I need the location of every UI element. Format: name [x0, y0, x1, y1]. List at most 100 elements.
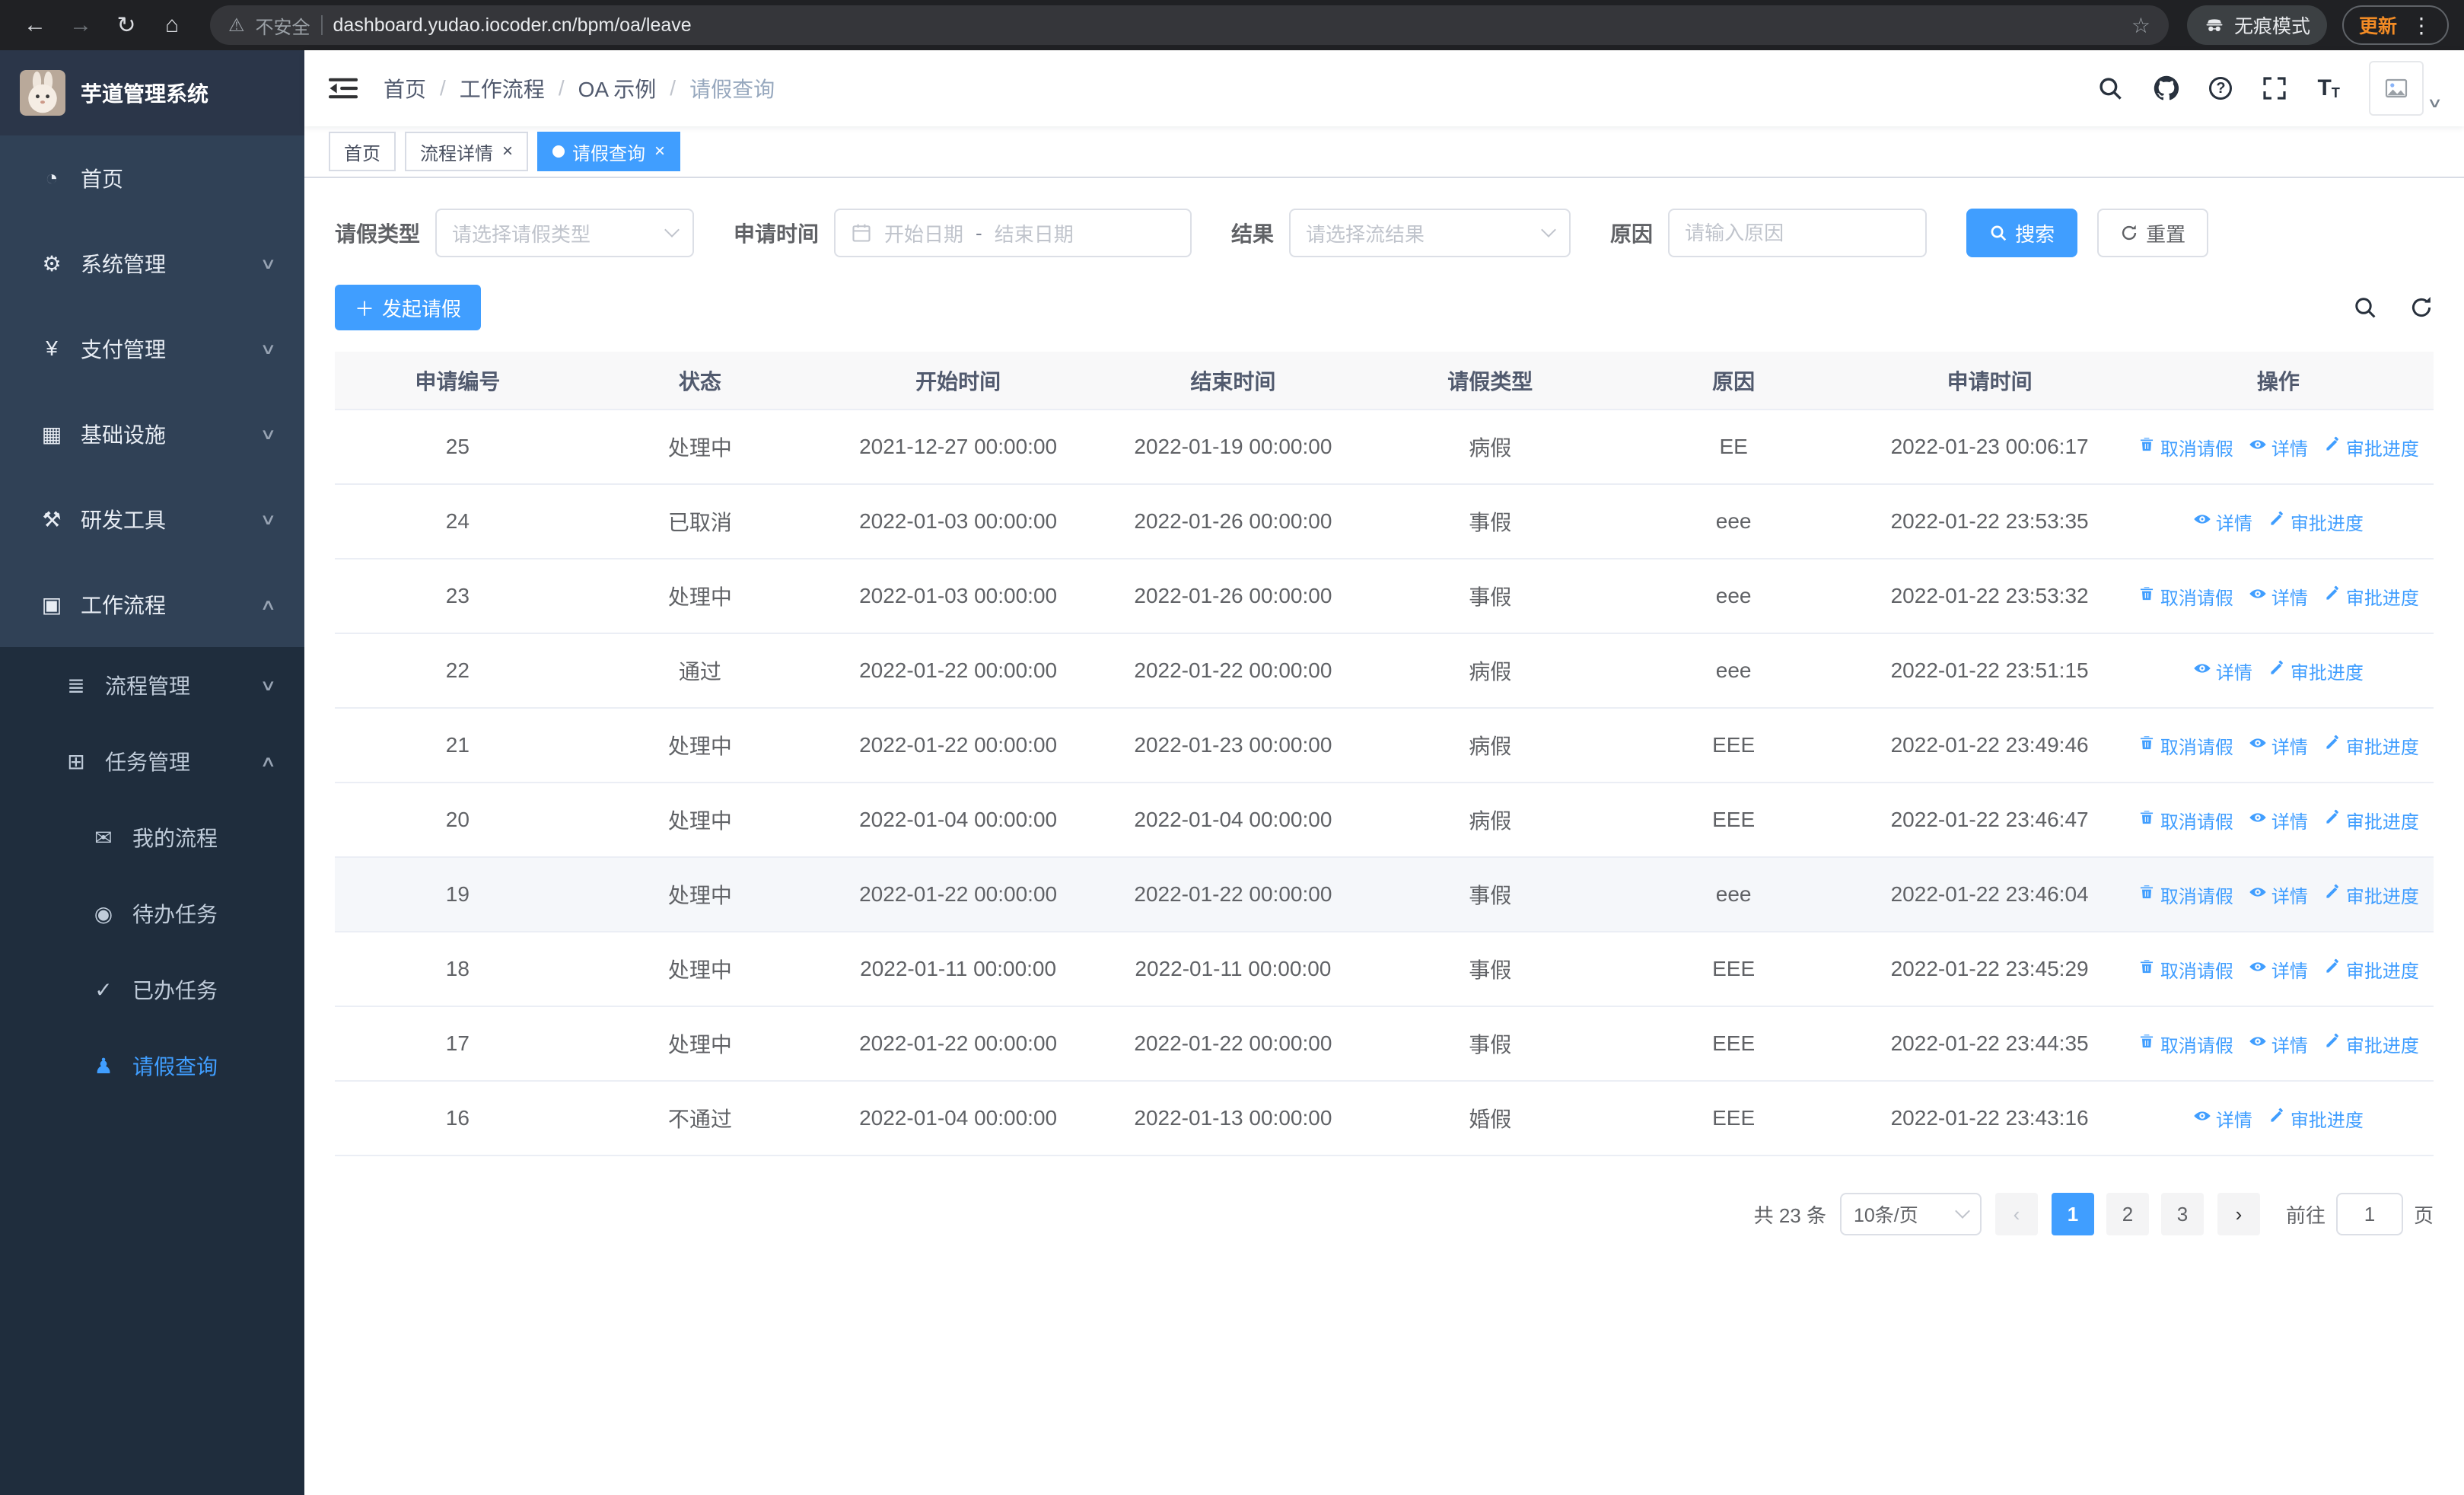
result-select[interactable]: 请选择流结果 — [1289, 209, 1571, 257]
tab-leave-query[interactable]: 请假查询 × — [537, 132, 681, 171]
breadcrumb-item[interactable]: 工作流程 — [460, 73, 545, 104]
action-cancel-link[interactable]: 取消请假 — [2138, 732, 2233, 759]
sidebar-item-todo-tasks[interactable]: ◉ 待办任务 — [0, 875, 304, 952]
sidebar-item-system-management[interactable]: ⚙ 系统管理 ∨ — [0, 221, 304, 306]
cell-end: 2022-01-19 00:00:00 — [1097, 410, 1370, 485]
action-detail-link[interactable]: 详情 — [2193, 1105, 2252, 1132]
update-label: 更新 — [2358, 16, 2397, 37]
progress-icon — [2268, 510, 2286, 534]
tab-close-icon[interactable]: × — [654, 142, 665, 161]
cell-reason: EEE — [1610, 932, 1857, 1007]
sidebar-item-infrastructure[interactable]: ▦ 基础设施 ∨ — [0, 391, 304, 477]
action-progress-link[interactable]: 审批进度 — [2323, 881, 2419, 908]
app-logo[interactable]: 芋道管理系统 — [0, 50, 304, 135]
leave-type-select[interactable]: 请选择请假类型 — [435, 209, 695, 257]
reset-button[interactable]: 重置 — [2097, 209, 2209, 257]
back-icon[interactable]: ← — [15, 5, 55, 45]
active-tab-dot — [552, 145, 565, 158]
toggle-search-icon[interactable] — [2353, 295, 2377, 320]
table-header-row: 申请编号 状态 开始时间 结束时间 请假类型 原因 申请时间 操作 — [335, 352, 2434, 410]
forward-icon[interactable]: → — [61, 5, 100, 45]
page-button-3[interactable]: 3 — [2160, 1193, 2204, 1235]
action-cancel-link[interactable]: 取消请假 — [2138, 434, 2233, 461]
page-button-2[interactable]: 2 — [2106, 1193, 2149, 1235]
action-cancel-link[interactable]: 取消请假 — [2138, 956, 2233, 983]
page-button-1[interactable]: 1 — [2051, 1193, 2094, 1235]
action-cancel-link[interactable]: 取消请假 — [2138, 807, 2233, 834]
eye-icon: ◉ — [94, 901, 113, 926]
sidebar-item-task-management[interactable]: ⊞ 任务管理 ∧ — [0, 723, 304, 799]
action-detail-link[interactable]: 详情 — [2193, 658, 2252, 684]
action-progress-link[interactable]: 审批进度 — [2268, 1105, 2364, 1132]
action-detail-link[interactable]: 详情 — [2249, 1031, 2308, 1057]
action-detail-link[interactable]: 详情 — [2249, 956, 2308, 983]
next-page-button[interactable]: › — [2217, 1193, 2260, 1235]
sidebar-item-process-management[interactable]: ≣ 流程管理 ∨ — [0, 647, 304, 723]
breadcrumb-item[interactable]: OA 示例 — [578, 73, 657, 104]
cell-applied: 2022-01-22 23:45:29 — [1856, 932, 2123, 1007]
fullscreen-icon[interactable] — [2261, 75, 2288, 102]
action-progress-link[interactable]: 审批进度 — [2323, 807, 2419, 834]
action-detail-link[interactable]: 详情 — [2249, 583, 2308, 610]
security-label[interactable]: 不安全 — [256, 12, 310, 39]
cell-id: 25 — [335, 410, 581, 485]
action-progress-link[interactable]: 审批进度 — [2323, 583, 2419, 610]
sidebar-item-leave-query[interactable]: ♟ 请假查询 — [0, 1028, 304, 1104]
create-leave-button[interactable]: ＋ 发起请假 — [335, 285, 482, 330]
header-tools: ? TT ∨ — [2096, 61, 2443, 116]
cancel-icon — [2138, 1032, 2156, 1056]
sidebar-collapse-icon[interactable] — [329, 76, 358, 100]
refresh-icon — [2120, 224, 2138, 242]
app: 芋道管理系统 ◔ 首页 ⚙ 系统管理 ∨ ¥ 支付管理 ∨ ▦ 基础设施 ∨ ⚒ 研发工具 ∨ ▣ 工作流程 ∧… — [0, 50, 2464, 1495]
date-start-placeholder[interactable]: 开始日期 — [884, 219, 963, 247]
sidebar-item-payment-management[interactable]: ¥ 支付管理 ∨ — [0, 306, 304, 391]
page-size-select[interactable]: 10条/页 — [1839, 1193, 1982, 1235]
cell-actions: 取消请假 详情 审批进度 — [2122, 932, 2434, 1007]
browser-menu-icon[interactable]: ⋮ — [2411, 13, 2432, 38]
help-icon[interactable]: ? — [2209, 77, 2233, 100]
sidebar-item-dev-tools[interactable]: ⚒ 研发工具 ∨ — [0, 477, 304, 562]
date-end-placeholder[interactable]: 结束日期 — [995, 219, 1074, 247]
user-menu[interactable]: ∨ — [2368, 61, 2443, 116]
sidebar-item-home[interactable]: ◔ 首页 — [0, 135, 304, 221]
prev-page-button[interactable]: ‹ — [1994, 1193, 2038, 1235]
action-detail-link[interactable]: 详情 — [2249, 881, 2308, 908]
address-bar[interactable]: ⚠ 不安全 dashboard.yudao.iocoder.cn/bpm/oa/… — [210, 5, 2169, 45]
action-progress-link[interactable]: 审批进度 — [2323, 434, 2419, 461]
reload-icon[interactable]: ↻ — [107, 5, 146, 45]
breadcrumb-item[interactable]: 首页 — [384, 73, 426, 104]
sidebar-item-done-tasks[interactable]: ✓ 已办任务 — [0, 952, 304, 1028]
cell-type: 病假 — [1369, 708, 1611, 783]
goto-page-input[interactable] — [2335, 1193, 2403, 1235]
tab-home[interactable]: 首页 — [329, 132, 396, 171]
bookmark-star-icon[interactable]: ☆ — [2131, 13, 2150, 38]
action-progress-link[interactable]: 审批进度 — [2268, 658, 2364, 684]
refresh-table-icon[interactable] — [2409, 295, 2434, 320]
action-detail-link[interactable]: 详情 — [2249, 807, 2308, 834]
date-range-input[interactable]: 开始日期 - 结束日期 — [834, 209, 1192, 257]
github-icon[interactable] — [2153, 75, 2180, 102]
home-icon[interactable]: ⌂ — [152, 5, 192, 45]
reason-input[interactable] — [1668, 209, 1928, 257]
main-area: 首页 / 工作流程 / OA 示例 / 请假查询 ? TT ∨ 首页 流程详情 … — [304, 50, 2464, 1495]
url-text[interactable]: dashboard.yudao.iocoder.cn/bpm/oa/leave — [333, 14, 2121, 37]
action-progress-link[interactable]: 审批进度 — [2323, 956, 2419, 983]
action-progress-link[interactable]: 审批进度 — [2323, 1031, 2419, 1057]
update-button[interactable]: 更新 ⋮ — [2341, 5, 2449, 45]
cell-status: 处理中 — [580, 1006, 820, 1082]
tab-close-icon[interactable]: × — [502, 142, 513, 161]
font-size-icon[interactable]: TT — [2317, 75, 2339, 101]
action-detail-link[interactable]: 详情 — [2249, 434, 2308, 461]
action-progress-link[interactable]: 审批进度 — [2268, 508, 2364, 535]
tab-process-detail[interactable]: 流程详情 × — [405, 132, 529, 171]
sidebar-item-workflow[interactable]: ▣ 工作流程 ∧ — [0, 562, 304, 647]
action-cancel-link[interactable]: 取消请假 — [2138, 1031, 2233, 1057]
action-detail-link[interactable]: 详情 — [2193, 508, 2252, 535]
action-cancel-link[interactable]: 取消请假 — [2138, 881, 2233, 908]
action-cancel-link[interactable]: 取消请假 — [2138, 583, 2233, 610]
search-button[interactable]: 搜索 — [1966, 209, 2078, 257]
search-icon[interactable] — [2096, 75, 2124, 102]
sidebar-item-my-process[interactable]: ✉ 我的流程 — [0, 799, 304, 875]
action-detail-link[interactable]: 详情 — [2249, 732, 2308, 759]
action-progress-link[interactable]: 审批进度 — [2323, 732, 2419, 759]
